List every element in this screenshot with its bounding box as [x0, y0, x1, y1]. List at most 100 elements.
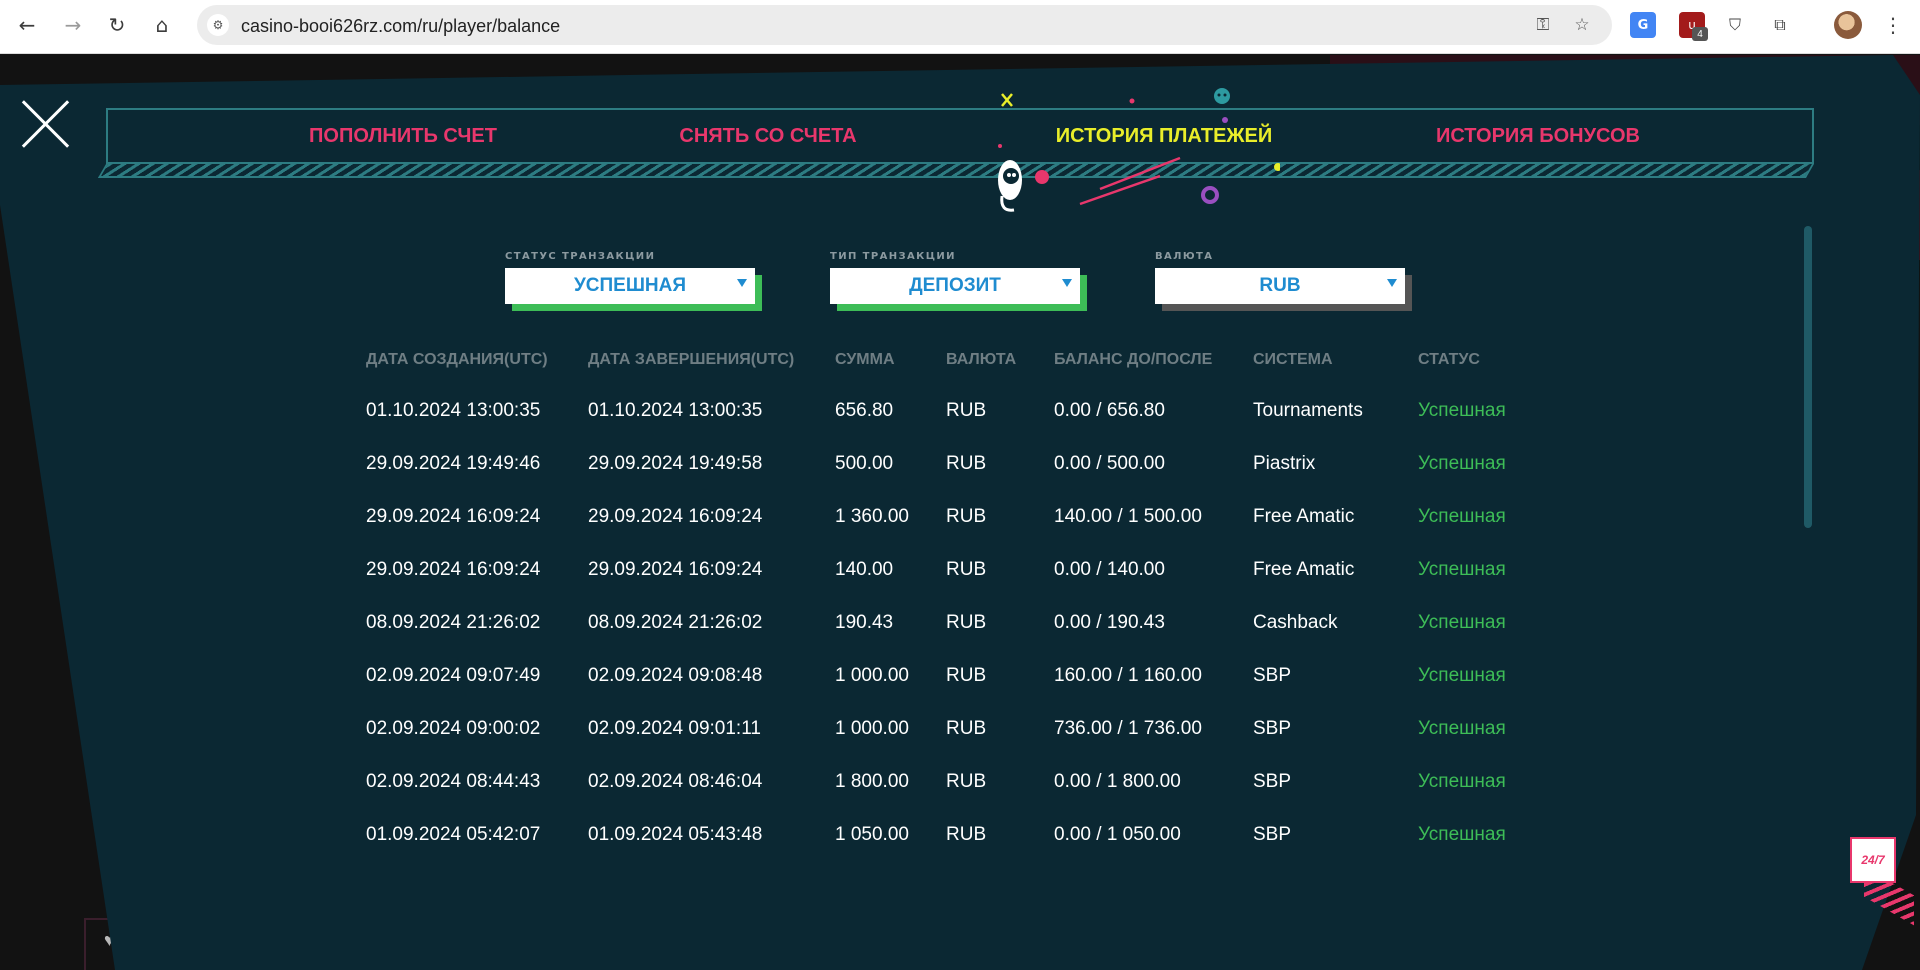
table-row: 29.09.2024 19:49:46 29.09.2024 19:49:58 50…	[0, 453, 1920, 493]
table-row: 02.09.2024 08:44:43 02.09.2024 08:46:04 1 …	[0, 771, 1920, 811]
cell-amount: 1 000.00	[835, 665, 909, 686]
col-header-status[interactable]: СТАТУС	[1418, 351, 1480, 369]
cell-balance: 0.00 / 190.43	[1054, 612, 1165, 633]
cell-currency: RUB	[946, 453, 987, 474]
back-arrow-icon[interactable]: ←	[12, 10, 42, 40]
tab-bonus-history[interactable]: ИСТОРИЯ БОНУСОВ	[1388, 110, 1688, 162]
currency-select-value: RUB	[1259, 275, 1301, 296]
col-header-system[interactable]: СИСТЕМА	[1253, 351, 1333, 369]
col-header-currency[interactable]: ВАЛЮТА	[946, 351, 1016, 369]
shield-check-icon[interactable]: ⛉	[1722, 12, 1748, 38]
cell-amount: 1 050.00	[835, 824, 909, 845]
forward-arrow-icon[interactable]: →	[58, 10, 88, 40]
cell-system: Tournaments	[1253, 400, 1363, 421]
chat-bubble-icon: 24/7	[1850, 837, 1896, 883]
confetti-decoration	[998, 88, 1280, 212]
cell-created: 29.09.2024 16:09:24	[366, 506, 541, 527]
support-chat-button[interactable]: 24/7	[1850, 837, 1918, 926]
cell-status: Успешная	[1418, 612, 1506, 633]
cell-completed: 08.09.2024 21:26:02	[588, 612, 763, 633]
key-icon[interactable]: ⚿	[1531, 13, 1555, 37]
tab-withdraw[interactable]: СНЯТЬ СО СЧЕТА	[618, 110, 918, 162]
cell-system: SBP	[1253, 665, 1292, 686]
chevron-down-icon	[1062, 279, 1072, 287]
cell-system: SBP	[1253, 824, 1292, 845]
cell-created: 08.09.2024 21:26:02	[366, 612, 541, 633]
currency-select[interactable]: RUB	[1155, 268, 1405, 304]
chat-label: 24/7	[1861, 853, 1885, 867]
cell-status: Успешная	[1418, 506, 1506, 527]
cell-status: Успешная	[1418, 824, 1506, 845]
tab-deposit[interactable]: ПОПОЛНИТЬ СЧЕТ	[248, 110, 558, 162]
cell-amount: 1 800.00	[835, 771, 909, 792]
cell-balance: 140.00 / 1 500.00	[1054, 506, 1202, 527]
col-header-created[interactable]: ДАТА СОЗДАНИЯ(UTC)	[366, 351, 548, 369]
col-header-balance[interactable]: БАЛАНС ДО/ПОСЛЕ	[1054, 351, 1212, 369]
cell-created: 02.09.2024 09:00:02	[366, 718, 541, 739]
cell-completed: 01.09.2024 05:43:48	[588, 824, 763, 845]
scrollbar[interactable]	[1804, 226, 1812, 528]
balance-tabs: ПОПОЛНИТЬ СЧЕТ СНЯТЬ СО СЧЕТА ИСТОРИЯ ПЛ…	[106, 108, 1814, 164]
home-icon[interactable]: ⌂	[147, 10, 177, 40]
cell-balance: 0.00 / 656.80	[1054, 400, 1165, 421]
cell-balance: 0.00 / 140.00	[1054, 559, 1165, 580]
puzzle-icon[interactable]: ⧉	[1767, 12, 1793, 38]
browser-toolbar: ← → ↻ ⌂ ⚙ casino-booi626rz.com/ru/player…	[0, 0, 1920, 54]
cell-balance: 0.00 / 1 050.00	[1054, 824, 1181, 845]
close-icon[interactable]	[18, 96, 72, 150]
cell-currency: RUB	[946, 665, 987, 686]
tabs-hatch-decoration	[97, 164, 1814, 178]
table-row: 29.09.2024 16:09:24 29.09.2024 16:09:24 1 …	[0, 506, 1920, 546]
table-row: 02.09.2024 09:07:49 02.09.2024 09:08:48 1 …	[0, 665, 1920, 705]
cell-system: Piastrix	[1253, 453, 1316, 474]
currency-filter-label: ВАЛЮТА	[1155, 251, 1214, 262]
url-text[interactable]: casino-booi626rz.com/ru/player/balance	[241, 16, 560, 37]
translate-icon[interactable]: G	[1630, 12, 1656, 38]
cell-created: 01.10.2024 13:00:35	[366, 400, 541, 421]
reload-icon[interactable]: ↻	[102, 10, 132, 40]
cell-currency: RUB	[946, 559, 987, 580]
cell-balance: 0.00 / 500.00	[1054, 453, 1165, 474]
chevron-down-icon	[737, 279, 747, 287]
cell-completed: 02.09.2024 09:01:11	[588, 718, 761, 739]
status-filter-label: СТАТУС ТРАНЗАКЦИИ	[505, 251, 656, 262]
cell-status: Успешная	[1418, 718, 1506, 739]
cell-created: 02.09.2024 09:07:49	[366, 665, 541, 686]
kebab-menu-icon[interactable]: ⋮	[1880, 12, 1906, 38]
cell-created: 29.09.2024 19:49:46	[366, 453, 541, 474]
cell-currency: RUB	[946, 612, 987, 633]
status-select[interactable]: УСПЕШНАЯ	[505, 268, 755, 304]
cell-balance: 160.00 / 1 160.00	[1054, 665, 1202, 686]
type-filter-label: ТИП ТРАНЗАКЦИИ	[830, 251, 956, 262]
type-select[interactable]: ДЕПОЗИТ	[830, 268, 1080, 304]
cell-completed: 02.09.2024 08:46:04	[588, 771, 763, 792]
cell-completed: 29.09.2024 16:09:24	[588, 559, 763, 580]
cell-system: Free Amatic	[1253, 559, 1355, 580]
cell-currency: RUB	[946, 824, 987, 845]
cell-completed: 02.09.2024 09:08:48	[588, 665, 763, 686]
cell-system: Free Amatic	[1253, 506, 1355, 527]
cell-amount: 1 000.00	[835, 718, 909, 739]
cell-created: 29.09.2024 16:09:24	[366, 559, 541, 580]
col-header-completed[interactable]: ДАТА ЗАВЕРШЕНИЯ(UTC)	[588, 351, 794, 369]
cell-amount: 1 360.00	[835, 506, 909, 527]
cell-completed: 29.09.2024 19:49:58	[588, 453, 763, 474]
table-row: 01.10.2024 13:00:35 01.10.2024 13:00:35 65…	[0, 400, 1920, 440]
chevron-down-icon	[1387, 279, 1397, 287]
cell-system: SBP	[1253, 718, 1292, 739]
address-bar[interactable]: ⚙ casino-booi626rz.com/ru/player/balance…	[197, 5, 1612, 45]
site-info-icon[interactable]: ⚙	[207, 14, 229, 36]
col-header-amount[interactable]: СУММА	[835, 351, 895, 369]
cell-completed: 01.10.2024 13:00:35	[588, 400, 763, 421]
cell-status: Успешная	[1418, 453, 1506, 474]
status-select-value: УСПЕШНАЯ	[573, 275, 687, 296]
avatar[interactable]	[1834, 11, 1862, 39]
cell-completed: 29.09.2024 16:09:24	[588, 506, 763, 527]
cell-amount: 190.43	[835, 612, 894, 633]
table-row: 29.09.2024 16:09:24 29.09.2024 16:09:24 14…	[0, 559, 1920, 599]
cell-currency: RUB	[946, 400, 987, 421]
star-icon[interactable]: ☆	[1570, 13, 1594, 37]
type-select-value: ДЕПОЗИТ	[909, 275, 1001, 296]
table-row: 02.09.2024 09:00:02 02.09.2024 09:01:11 1 …	[0, 718, 1920, 758]
cell-amount: 140.00	[835, 559, 894, 580]
